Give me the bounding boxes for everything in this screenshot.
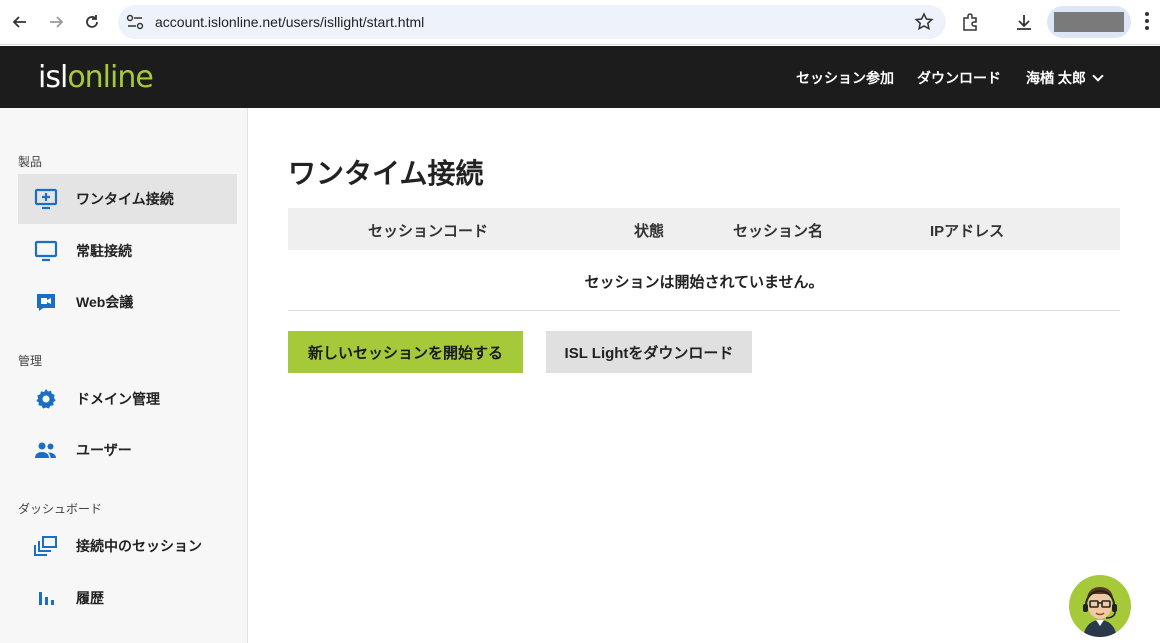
join-session-link[interactable]: セッション参加 <box>796 68 894 88</box>
sidebar-item-label: ワンタイム接続 <box>76 191 174 207</box>
back-arrow-icon[interactable] <box>8 10 32 34</box>
url-text: account.islonline.net/users/isllight/sta… <box>155 14 425 30</box>
column-header-ip-address: IPアドレス <box>930 223 1005 240</box>
page-title: ワンタイム接続 <box>288 158 484 189</box>
sidebar-section-products: 製品 <box>18 155 43 169</box>
column-header-status: 状態 <box>634 223 665 240</box>
sidebar-item-label: 履歴 <box>76 590 104 606</box>
bookmark-star-icon[interactable] <box>914 12 934 32</box>
sidebar-item-permanent-connection[interactable]: 常駐接続 <box>18 226 237 276</box>
sidebar-item-label: 接続中のセッション <box>76 538 202 554</box>
start-new-session-button[interactable]: 新しいセッションを開始する <box>288 331 523 373</box>
sidebar-item-label: 常駐接続 <box>76 243 132 259</box>
column-header-session-code: セッションコード <box>368 223 489 240</box>
support-chat-avatar[interactable] <box>1069 575 1131 637</box>
user-menu[interactable]: 海楢 太郎 <box>1026 68 1104 88</box>
bar-chart-icon <box>34 586 58 610</box>
empty-table-message: セッションは開始されていません。 <box>288 250 1120 311</box>
logo-isl: isl <box>38 60 68 95</box>
sidebar-item-history[interactable]: 履歴 <box>18 573 237 623</box>
sidebar-item-users[interactable]: ユーザー <box>18 425 237 475</box>
monitor-plus-icon <box>34 187 58 211</box>
gear-icon <box>34 387 58 411</box>
download-icon[interactable] <box>1012 10 1036 34</box>
profile-redacted <box>1054 12 1124 32</box>
video-camera-icon <box>34 290 58 314</box>
sessions-table-header: セッションコード 状態 セッション名 IPアドレス <box>288 208 1120 250</box>
sidebar-item-label: Web会議 <box>76 294 134 310</box>
profile-button[interactable] <box>1047 6 1131 38</box>
download-link[interactable]: ダウンロード <box>917 68 1001 88</box>
forward-arrow-icon[interactable] <box>44 10 68 34</box>
islonline-logo[interactable]: islonline <box>38 60 154 95</box>
user-name: 海楢 太郎 <box>1026 70 1086 86</box>
app-header: islonline セッション参加 ダウンロード 海楢 太郎 <box>0 46 1160 108</box>
address-bar[interactable]: account.islonline.net/users/isllight/sta… <box>118 5 946 39</box>
site-info-icon[interactable] <box>126 14 144 30</box>
sidebar-section-admin: 管理 <box>18 354 43 368</box>
download-isl-light-button[interactable]: ISL Lightをダウンロード <box>546 331 752 373</box>
sidebar-item-web-meeting[interactable]: Web会議 <box>18 277 237 327</box>
sidebar-item-active-sessions[interactable]: 接続中のセッション <box>18 521 237 571</box>
sidebar-section-dashboard: ダッシュボード <box>18 502 103 516</box>
sidebar-item-domain-admin[interactable]: ドメイン管理 <box>18 374 237 424</box>
sidebar-item-one-time-connection[interactable]: ワンタイム接続 <box>18 174 237 224</box>
browser-menu-icon[interactable] <box>1144 12 1150 32</box>
sidebar-item-label: ユーザー <box>76 442 132 458</box>
logo-online: online <box>67 60 154 95</box>
reload-icon[interactable] <box>80 10 104 34</box>
users-icon <box>34 438 58 462</box>
sidebar-item-label: ドメイン管理 <box>76 391 160 407</box>
browser-toolbar: account.islonline.net/users/isllight/sta… <box>0 0 1160 45</box>
column-header-session-name: セッション名 <box>733 223 824 240</box>
monitor-icon <box>34 239 58 263</box>
session-windows-icon <box>34 534 58 558</box>
chevron-down-icon <box>1092 70 1104 82</box>
extensions-icon[interactable] <box>958 10 982 34</box>
